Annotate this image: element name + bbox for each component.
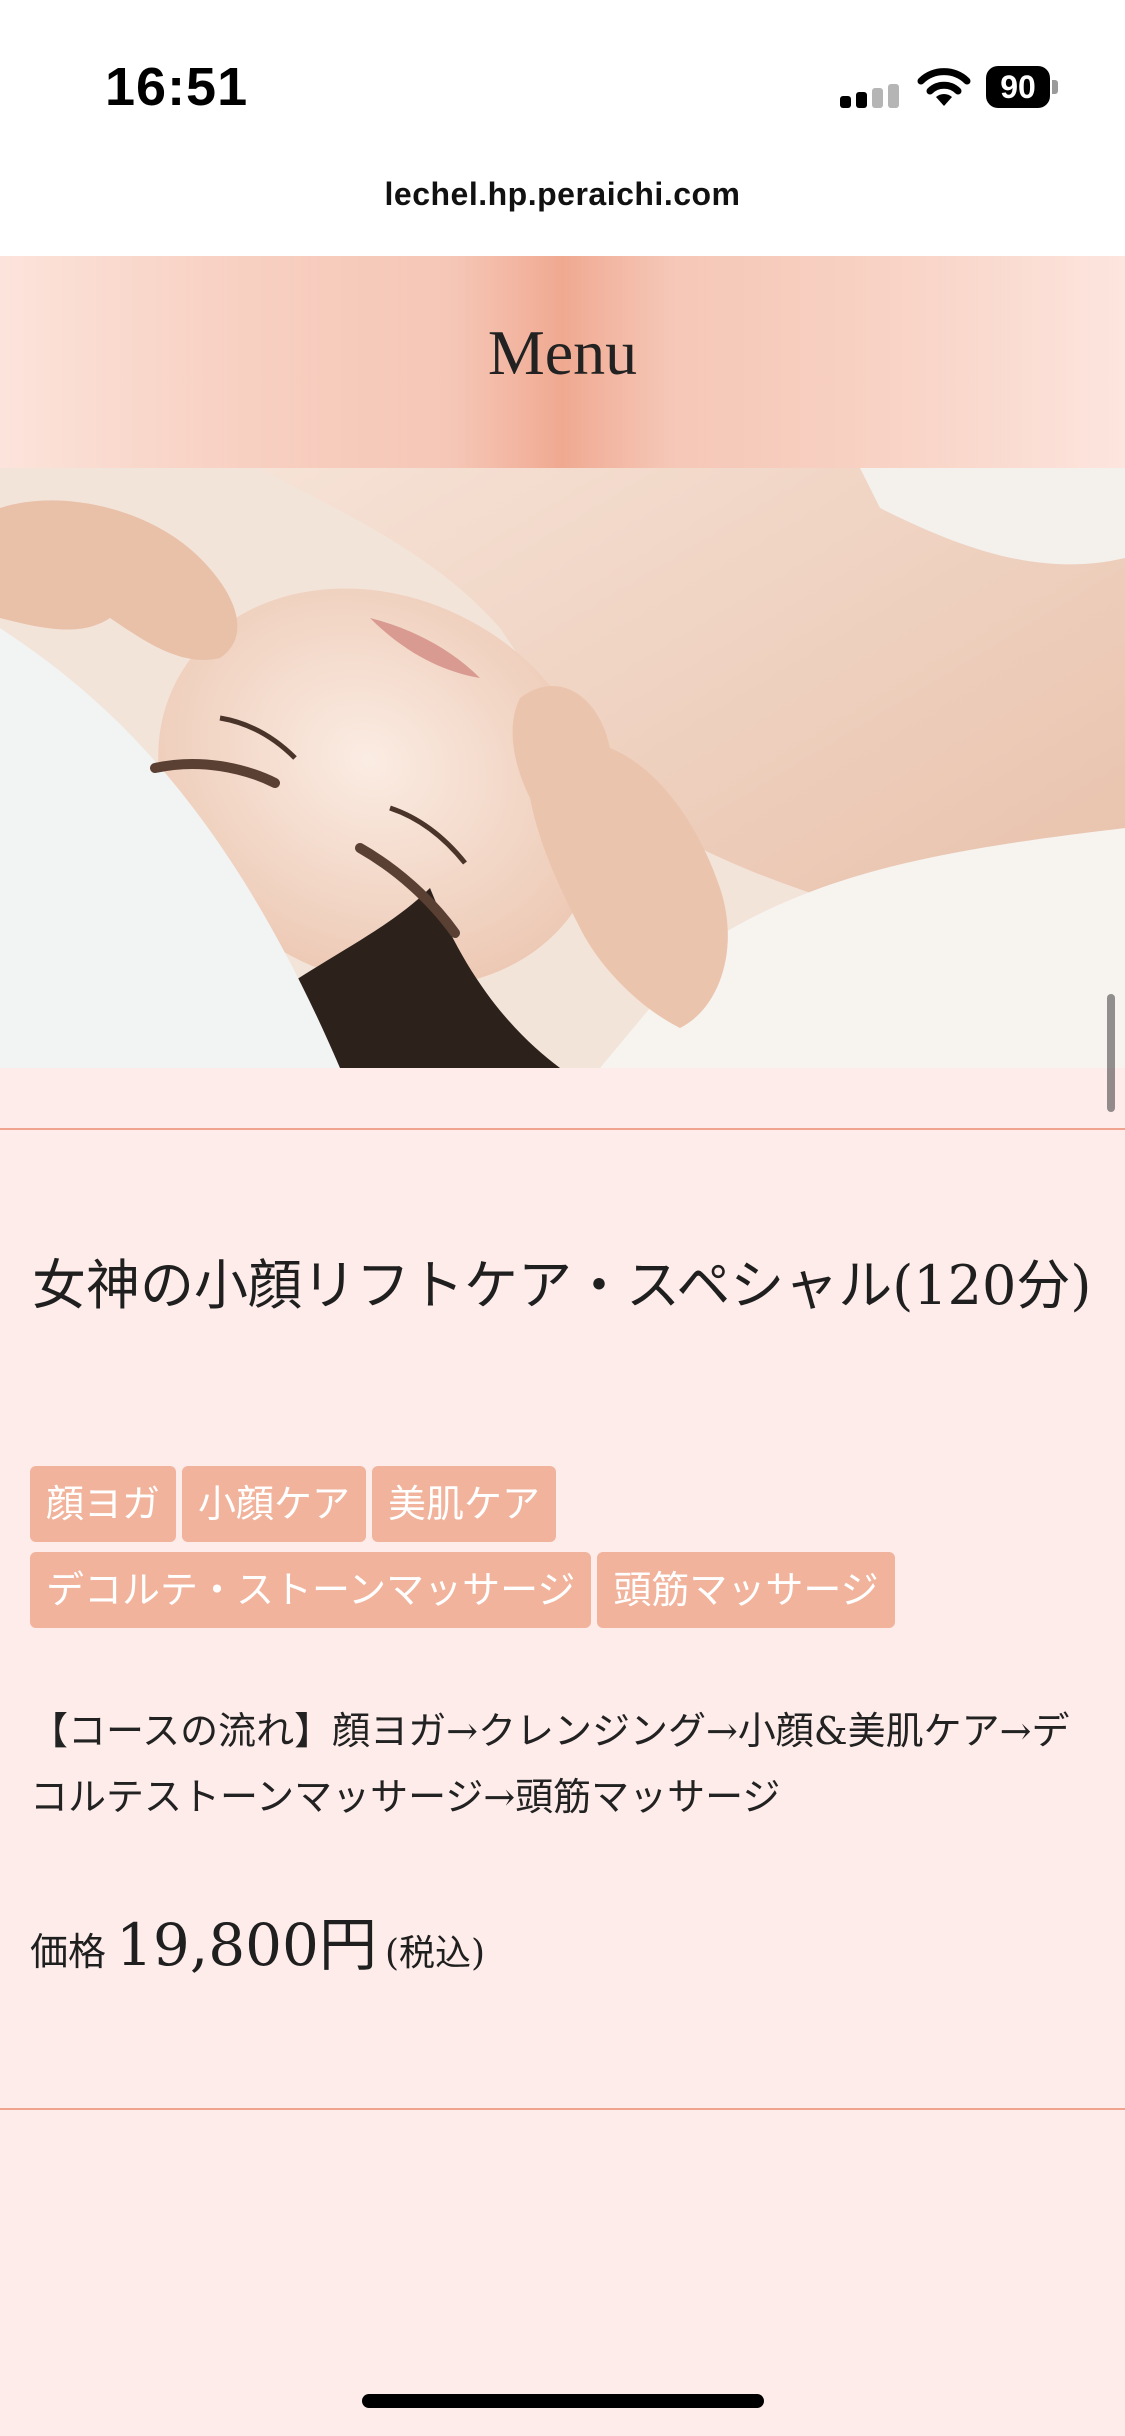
price: 価格 19,800円 (税込) xyxy=(30,1898,485,1982)
wifi-icon xyxy=(916,64,972,108)
scrollbar[interactable] xyxy=(1107,994,1115,1112)
course-title: 女神の小顔リフトケア・スペシャル(120分) xyxy=(32,1254,1092,1317)
divider xyxy=(0,1128,1125,1130)
course-section: 女神の小顔リフトケア・スペシャル(120分) 顔ヨガ 小顔ケア 美肌ケアデコルテ・ス… xyxy=(0,1068,1125,2436)
status-time: 16:51 xyxy=(105,57,249,117)
price-amount: 19,800円 xyxy=(116,1911,377,1979)
course-flow-description: 【コースの流れ】顔ヨガ→クレンジング→小顔&美肌ケア→デコルテストーンマッサージ… xyxy=(30,1709,1070,1819)
tag: 頭筋マッサージ xyxy=(597,1552,895,1628)
home-indicator[interactable] xyxy=(362,2394,764,2408)
tag: 顔ヨガ xyxy=(30,1466,177,1542)
cellular-signal-icon xyxy=(840,82,900,108)
status-bar: 16:51 90 lechel.hp.peraichi.com xyxy=(0,0,1125,212)
battery-level: 90 xyxy=(986,66,1050,108)
tag-list: 顔ヨガ 小顔ケア 美肌ケアデコルテ・ストーンマッサージ 頭筋マッサージ xyxy=(30,1466,1100,1638)
battery-icon: 90 xyxy=(986,66,1060,108)
tag: デコルテ・ストーンマッサージ xyxy=(30,1552,592,1628)
address-bar[interactable]: lechel.hp.peraichi.com xyxy=(0,176,1125,213)
divider xyxy=(0,2108,1125,2110)
tag: 小顔ケア xyxy=(182,1466,367,1542)
section-title: Menu xyxy=(487,317,638,388)
tag: 美肌ケア xyxy=(372,1466,557,1542)
price-label: 価格 xyxy=(30,1930,107,1974)
menu-header: Menu xyxy=(0,256,1125,468)
hero-image xyxy=(0,468,1125,1068)
price-tax-note: (税込) xyxy=(384,1933,486,1974)
